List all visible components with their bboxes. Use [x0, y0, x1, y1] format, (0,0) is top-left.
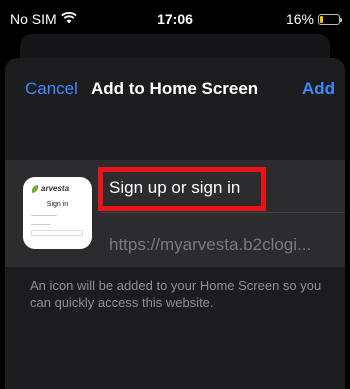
row-divider — [101, 212, 345, 213]
add-to-home-sheet: Cancel Add to Home Screen Add arvesta Si… — [5, 58, 345, 389]
screen: No SIM 17:06 16% Cancel Add to Home Scre… — [0, 0, 350, 389]
battery-percent: 16% — [285, 11, 314, 27]
add-button[interactable]: Add — [302, 79, 335, 99]
status-bar: No SIM 17:06 16% — [0, 0, 350, 38]
app-icon-preview: arvesta Sign in — [23, 177, 92, 249]
arvesta-logo: arvesta — [30, 184, 70, 193]
icon-field-line — [31, 222, 51, 225]
footer-note: An icon will be added to your Home Scree… — [30, 278, 322, 310]
battery-fill — [320, 15, 323, 23]
leaf-icon — [30, 184, 40, 193]
icon-heading: Sign in — [46, 201, 69, 208]
battery-icon — [318, 13, 342, 25]
battery-cap — [340, 17, 342, 22]
sheet-title: Add to Home Screen — [91, 79, 259, 98]
status-battery: 16% — [285, 11, 342, 27]
logo-text: arvesta — [41, 184, 70, 193]
highlight-box — [98, 167, 266, 211]
icon-field-line — [31, 213, 57, 216]
url-field: https://myarvesta.b2clogi... — [109, 235, 312, 254]
cancel-button[interactable]: Cancel — [25, 79, 78, 99]
icon-button-shape — [31, 230, 83, 236]
